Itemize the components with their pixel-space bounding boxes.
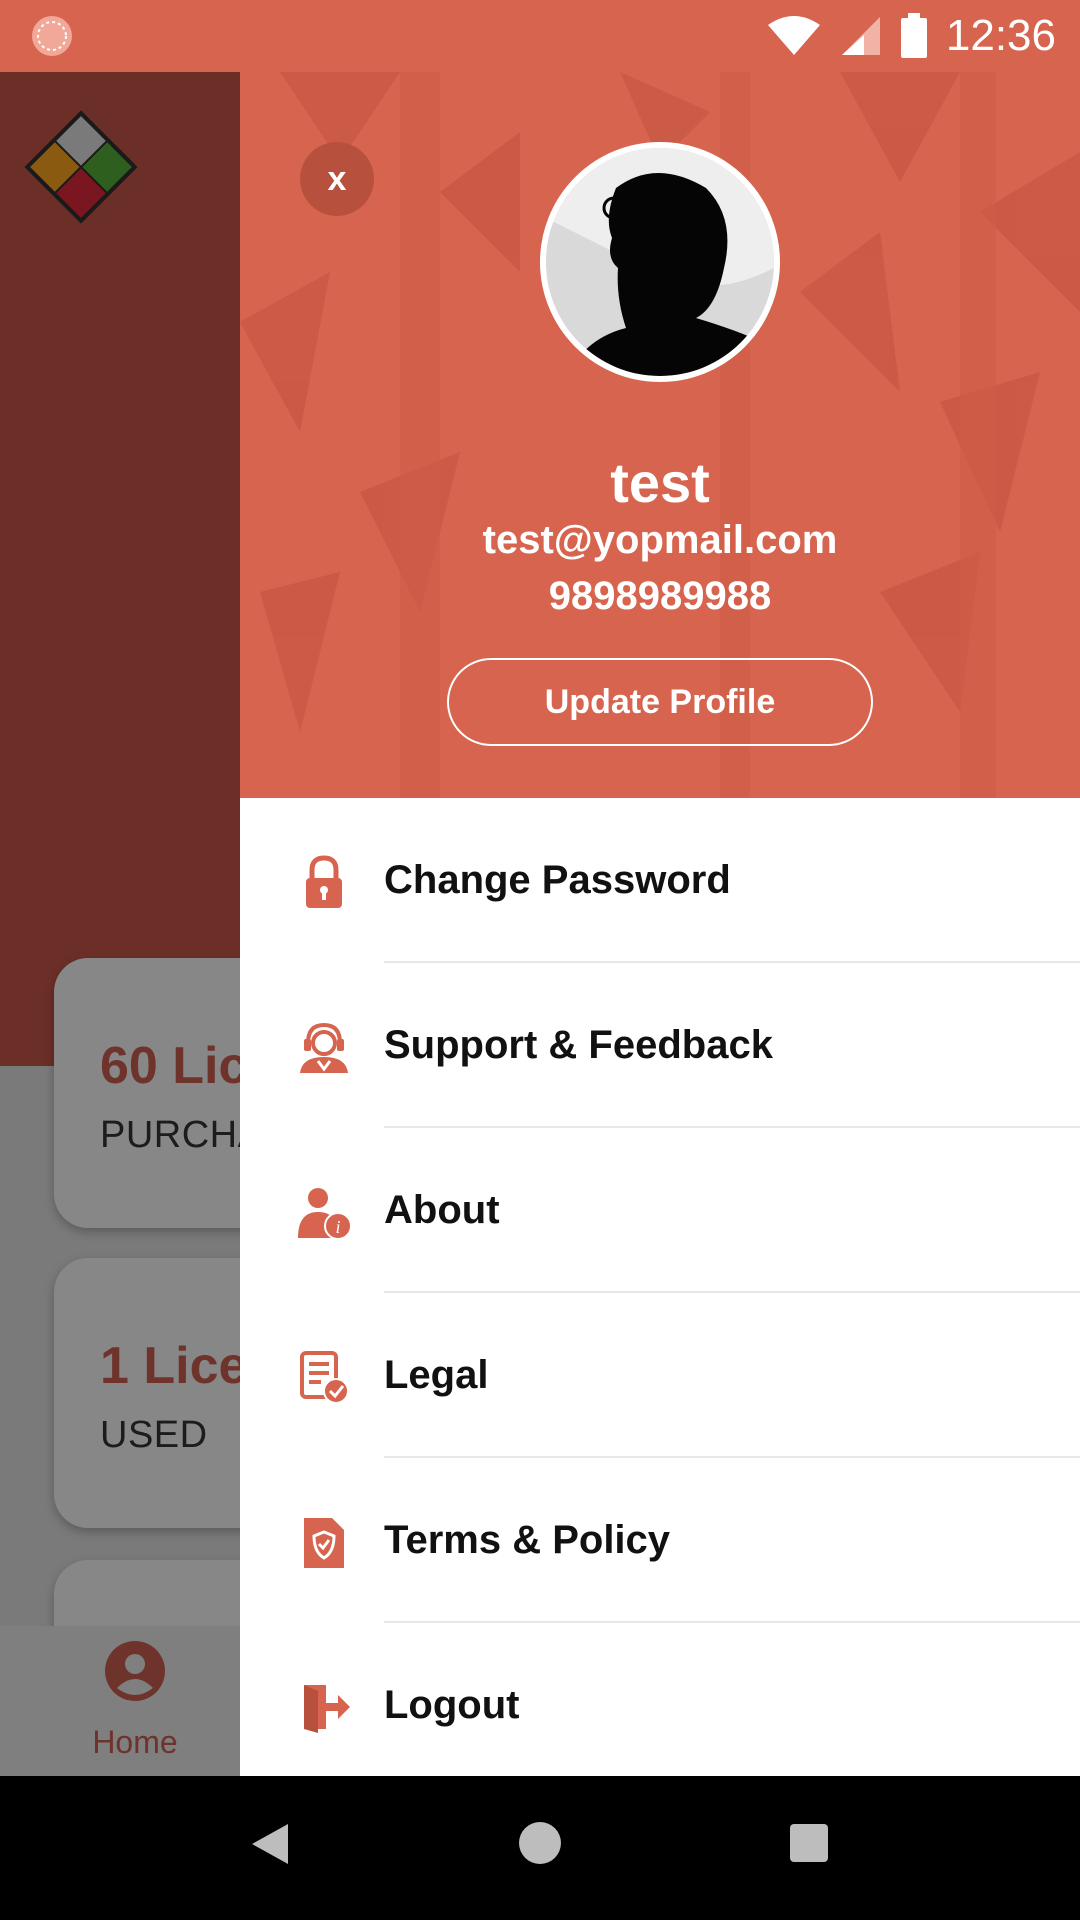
nav-home-label[interactable]: Home: [0, 1724, 270, 1761]
home-icon[interactable]: [519, 1822, 561, 1864]
menu-item-label: Support & Feedback: [384, 1023, 773, 1067]
menu-item-label: Logout: [384, 1683, 520, 1727]
lock-icon: [306, 855, 342, 908]
menu-item-support-feedback[interactable]: Support & Feedback: [240, 963, 1080, 1128]
signal-icon: [841, 17, 880, 55]
hazard-logo-icon[interactable]: [22, 108, 140, 226]
shield-document-icon: [304, 1518, 344, 1568]
menu-item-logout[interactable]: Logout: [240, 1623, 1080, 1776]
update-profile-button[interactable]: Update Profile: [447, 658, 873, 746]
card-caption: PURCHA: [100, 1114, 264, 1156]
menu-item-legal[interactable]: Legal: [240, 1293, 1080, 1458]
document-check-icon: [300, 1351, 349, 1404]
wifi-icon: [767, 16, 820, 55]
drawer-header: x test test@yopmail.com 9898989988 Updat…: [240, 72, 1080, 798]
menu-item-label: Terms & Policy: [384, 1518, 671, 1562]
card-value: 1 Lice: [100, 1337, 248, 1395]
logout-icon: [304, 1685, 350, 1733]
drawer-menu: Change Password Support & Feedback i Abo…: [240, 798, 1080, 1776]
menu-item-label: Legal: [384, 1353, 489, 1397]
menu-item-about[interactable]: i About: [240, 1128, 1080, 1293]
svg-text:i: i: [335, 1217, 340, 1237]
menu-item-label: About: [384, 1188, 500, 1232]
status-bar: 12:36: [0, 0, 1080, 72]
menu-item-terms-policy[interactable]: Terms & Policy: [240, 1458, 1080, 1623]
recent-apps-icon[interactable]: [790, 1824, 828, 1862]
clock-text: 12:36: [945, 11, 1056, 60]
system-navigation-bar: [0, 1776, 1080, 1920]
back-icon[interactable]: [250, 1822, 290, 1866]
menu-item-label: Change Password: [384, 858, 731, 902]
app-notification-icon: [32, 16, 72, 56]
battery-icon: [900, 13, 927, 58]
profile-email: test@yopmail.com: [482, 518, 838, 562]
profile-phone: 9898989988: [548, 574, 772, 618]
card-value: 60 Lic: [100, 1037, 248, 1095]
card-caption: USED: [100, 1414, 208, 1456]
navigation-drawer: x test test@yopmail.com 9898989988 Updat…: [240, 72, 1080, 1776]
user-info-icon: i: [298, 1188, 352, 1240]
close-drawer-button[interactable]: x: [300, 142, 374, 216]
profile-name: test: [610, 451, 710, 514]
account-circle-icon[interactable]: [104, 1640, 166, 1702]
profile-avatar[interactable]: [540, 142, 780, 382]
menu-item-change-password[interactable]: Change Password: [240, 798, 1080, 963]
profile-photo: [546, 148, 774, 376]
support-agent-icon: [300, 1022, 348, 1073]
